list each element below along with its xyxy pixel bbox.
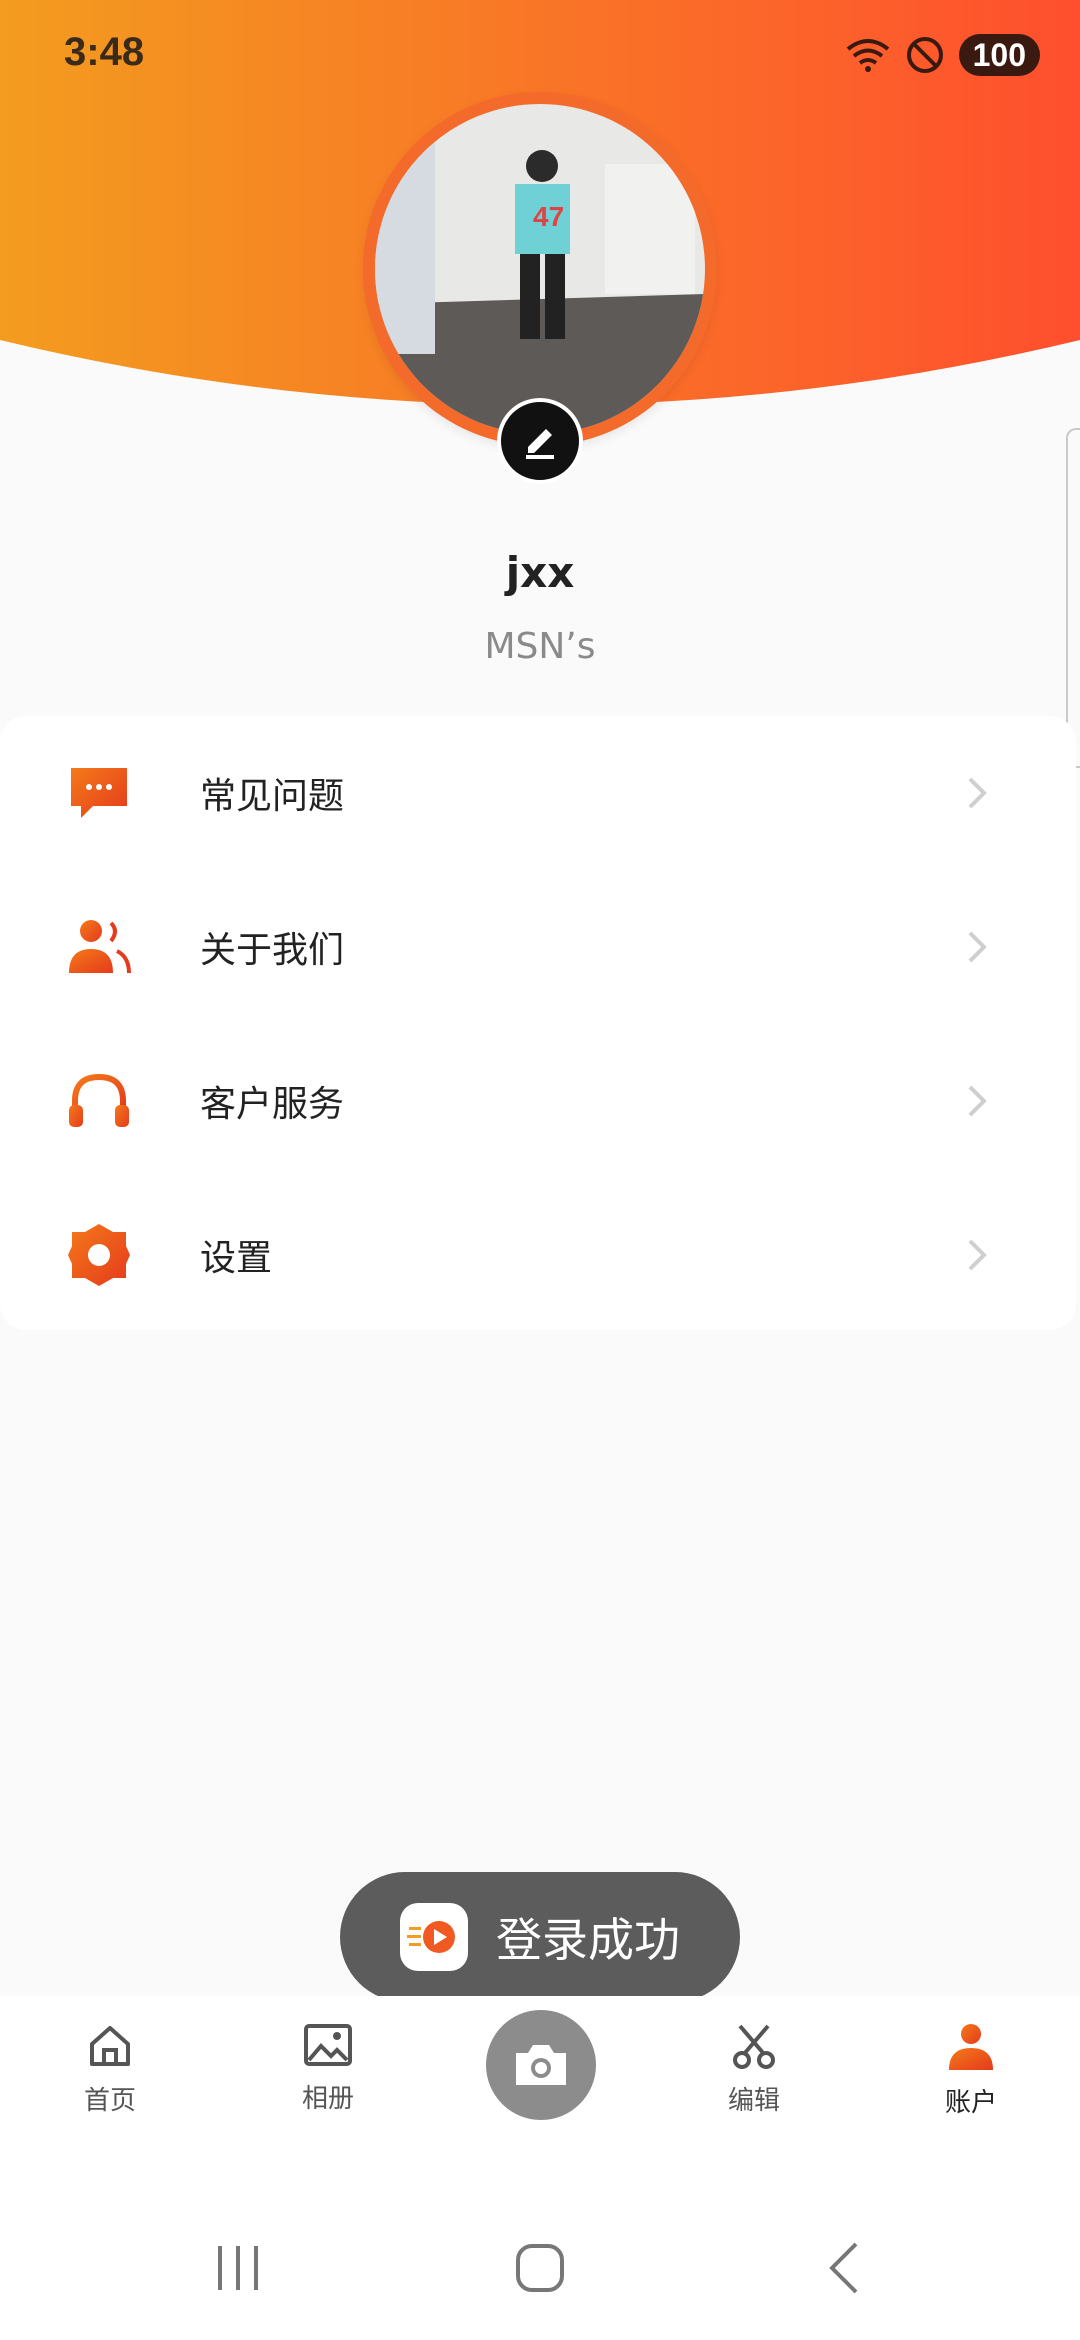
- nav-home[interactable]: 首页: [30, 2022, 190, 2117]
- account-icon: [949, 2024, 993, 2070]
- do-not-disturb-icon: [906, 37, 943, 73]
- profile-header: 3:48 100 47: [0, 0, 1080, 520]
- menu-item-settings[interactable]: 设置: [0, 1178, 1076, 1332]
- avatar-photo: 47: [375, 104, 705, 434]
- svg-text:47: 47: [533, 201, 564, 232]
- nav-label: 编辑: [727, 2086, 780, 2116]
- home-button-icon[interactable]: [512, 2240, 568, 2296]
- status-time: 3:48: [64, 30, 145, 74]
- toast-text: 登录成功: [496, 1913, 680, 1967]
- recent-apps-icon[interactable]: [210, 2240, 266, 2296]
- menu-item-label: 设置: [200, 1238, 273, 1279]
- gear-icon: [66, 1222, 132, 1288]
- scissors-icon: [733, 2024, 775, 2069]
- menu-item-label: 客户服务: [200, 1084, 345, 1125]
- camera-button[interactable]: [486, 2010, 596, 2120]
- menu-item-about[interactable]: 关于我们: [0, 870, 1076, 1024]
- nav-account[interactable]: 账户: [891, 2022, 1051, 2119]
- camera-icon: [516, 2045, 566, 2085]
- username: jxx: [505, 548, 575, 597]
- pencil-icon: [526, 429, 554, 459]
- toast-message: 登录成功: [340, 1872, 740, 2002]
- battery-indicator: 100: [958, 34, 1040, 76]
- app-logo-icon: [400, 1903, 468, 1971]
- system-nav-bar: [0, 2196, 1080, 2340]
- user-subtitle: MSN’s: [484, 626, 596, 667]
- avatar[interactable]: 47: [363, 92, 717, 446]
- chevron-right-icon: [968, 931, 987, 963]
- nav-label: 相册: [301, 2084, 354, 2114]
- chat-bubble-icon: [66, 760, 132, 826]
- chevron-right-icon: [968, 1085, 987, 1117]
- menu-item-customer-service[interactable]: 客户服务: [0, 1024, 1076, 1178]
- chevron-right-icon: [968, 1239, 987, 1271]
- gallery-icon: [304, 2024, 352, 2066]
- bottom-nav: 首页 相册 编辑 账户: [0, 1996, 1080, 2196]
- nav-label: 首页: [83, 2086, 136, 2116]
- menu-item-faq[interactable]: 常见问题: [0, 716, 1076, 870]
- menu-list: 常见问题 关于我们 客户服务 设置: [0, 716, 1076, 1330]
- edit-avatar-button[interactable]: [497, 398, 583, 484]
- menu-item-label: 常见问题: [200, 776, 345, 817]
- headphones-icon: [66, 1068, 132, 1134]
- nav-edit[interactable]: 编辑: [674, 2022, 834, 2117]
- back-icon[interactable]: [818, 2240, 874, 2296]
- status-icons: 100: [845, 30, 1040, 80]
- nav-label: 账户: [944, 2088, 997, 2118]
- home-icon: [90, 2026, 130, 2066]
- chevron-right-icon: [968, 777, 987, 809]
- wifi-icon: [846, 39, 889, 72]
- menu-item-label: 关于我们: [200, 930, 345, 971]
- nav-gallery[interactable]: 相册: [248, 2022, 408, 2115]
- people-icon: [66, 914, 132, 980]
